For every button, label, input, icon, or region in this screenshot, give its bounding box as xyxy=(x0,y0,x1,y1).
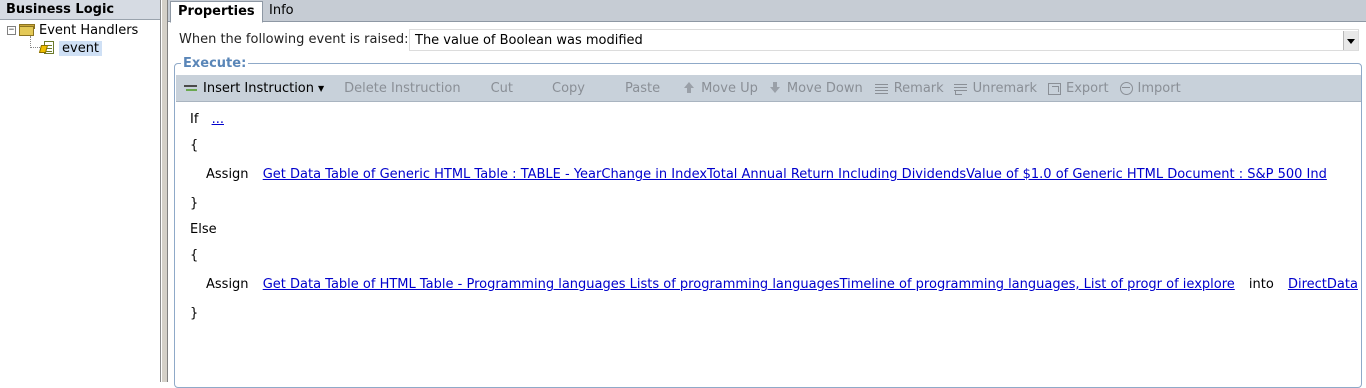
if-condition-link[interactable]: ... xyxy=(212,112,224,127)
execute-legend: Execute: xyxy=(181,56,249,71)
paste-button[interactable]: Paste xyxy=(621,75,664,102)
assign-line: Assign Get Data Table of HTML Table - Pr… xyxy=(206,277,1358,292)
tree-label-event-handlers: Event Handlers xyxy=(39,22,139,38)
assign-source-link[interactable]: Get Data Table of HTML Table - Programmi… xyxy=(263,277,1235,292)
import-icon xyxy=(1119,82,1133,95)
tab-info[interactable]: Info xyxy=(262,1,301,22)
instruction-toolbar: Insert Instruction ▼ Delete Instruction … xyxy=(176,75,1361,102)
instruction-editor[interactable]: If ... { Assign Get Data Table of Generi… xyxy=(175,104,1361,384)
insert-instruction-button[interactable]: Insert Instruction ▼ xyxy=(180,75,328,102)
unremark-label: Unremark xyxy=(972,80,1037,96)
close-brace: } xyxy=(190,196,199,211)
move-down-button[interactable]: Move Down xyxy=(764,75,867,102)
tree-label-event: event xyxy=(59,40,103,56)
event-select-value: The value of Boolean was modified xyxy=(415,33,643,48)
event-row: When the following event is raised: The … xyxy=(168,27,1366,53)
if-keyword: If xyxy=(190,112,199,127)
unremark-icon xyxy=(953,82,968,95)
unremark-button[interactable]: Unremark xyxy=(950,75,1041,102)
event-label: When the following event is raised: xyxy=(179,32,409,47)
assign-target-link[interactable]: DirectData xyxy=(1288,277,1358,292)
assign-line: Assign Get Data Table of Generic HTML Ta… xyxy=(206,167,1327,182)
delete-instruction-label: Delete Instruction xyxy=(344,80,461,96)
tree-node-event-handlers[interactable]: − Event Handlers xyxy=(7,21,138,39)
remark-icon xyxy=(874,82,889,94)
open-brace: { xyxy=(190,138,199,153)
insert-icon xyxy=(184,82,198,94)
open-brace: { xyxy=(190,248,199,263)
export-button[interactable]: Export xyxy=(1043,75,1113,102)
move-down-label: Move Down xyxy=(786,80,863,96)
move-down-icon xyxy=(768,82,782,94)
cut-label: Cut xyxy=(490,80,514,96)
remark-label: Remark xyxy=(893,80,944,96)
export-icon xyxy=(1047,82,1061,95)
move-up-icon xyxy=(682,82,696,94)
business-logic-panel: Business Logic − Event Handlers event xyxy=(0,0,161,382)
if-line: If ... xyxy=(190,112,224,127)
event-select[interactable]: The value of Boolean was modified xyxy=(409,29,1359,51)
copy-label: Copy xyxy=(552,80,585,96)
properties-panel: Properties Info When the following event… xyxy=(168,0,1366,388)
tab-bar: Properties Info xyxy=(168,0,1366,23)
move-up-label: Move Up xyxy=(701,80,758,96)
paste-label: Paste xyxy=(625,80,661,96)
insert-instruction-label: Insert Instruction xyxy=(203,80,314,96)
tree-connector-line xyxy=(30,47,40,48)
execute-group: Execute: Insert Instruction ▼ Delete Ins… xyxy=(174,56,1362,388)
cut-button[interactable]: Cut xyxy=(487,75,517,102)
remark-button[interactable]: Remark xyxy=(871,75,948,102)
move-up-button[interactable]: Move Up xyxy=(678,75,762,102)
tree-collapse-icon[interactable]: − xyxy=(7,25,16,35)
tab-properties[interactable]: Properties xyxy=(170,1,263,23)
export-label: Export xyxy=(1065,80,1109,96)
business-logic-title: Business Logic xyxy=(0,0,160,20)
assign-keyword: Assign xyxy=(206,167,249,182)
event-icon xyxy=(38,41,56,55)
chevron-down-icon[interactable] xyxy=(1343,31,1358,50)
assign-keyword: Assign xyxy=(206,277,249,292)
into-keyword: into xyxy=(1248,277,1274,292)
assign-source-link[interactable]: Get Data Table of Generic HTML Table : T… xyxy=(263,167,1327,182)
dropdown-caret-icon: ▼ xyxy=(318,83,325,93)
folder-icon xyxy=(19,24,35,36)
import-label: Import xyxy=(1137,80,1181,96)
panel-splitter[interactable] xyxy=(161,0,168,382)
close-brace: } xyxy=(190,306,199,321)
else-keyword: Else xyxy=(190,222,217,237)
tree-node-event[interactable]: event xyxy=(38,39,103,57)
import-button[interactable]: Import xyxy=(1115,75,1185,102)
copy-button[interactable]: Copy xyxy=(548,75,589,102)
delete-instruction-button[interactable]: Delete Instruction xyxy=(340,75,464,102)
